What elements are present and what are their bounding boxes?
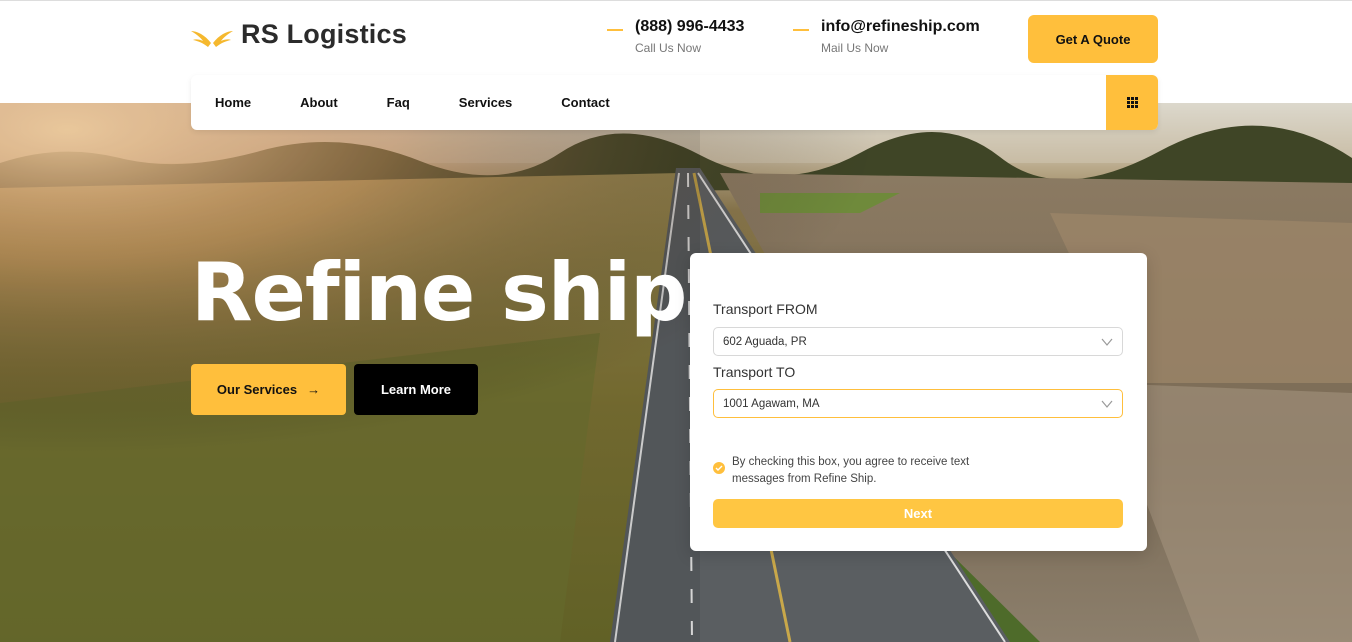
arrow-right-icon: → (307, 382, 321, 397)
consent-text: By checking this box, you agree to recei… (732, 456, 970, 485)
transport-from-label: Transport FROM (713, 301, 818, 317)
chevron-down-icon (1101, 338, 1113, 346)
transport-to-select[interactable]: 1001 Agawam, MA (713, 389, 1123, 418)
email-caption: Mail Us Now (821, 41, 889, 55)
transport-to-value: 1001 Agawam, MA (723, 397, 820, 410)
chevron-down-icon (1101, 400, 1113, 408)
consent-row: By checking this box, you agree to recei… (713, 454, 1002, 488)
grid-icon (1126, 97, 1138, 108)
nav-item-services[interactable]: Services (459, 95, 513, 110)
phone-caption: Call Us Now (635, 41, 702, 55)
accent-dash (607, 29, 623, 31)
transport-to-label: Transport TO (713, 364, 796, 380)
nav-item-faq[interactable]: Faq (387, 95, 410, 110)
main-navigation: Home About Faq Services Contact (191, 75, 1158, 130)
nav-item-about[interactable]: About (300, 95, 338, 110)
email-address[interactable]: info@refineship.com (821, 17, 980, 37)
nav-item-contact[interactable]: Contact (561, 95, 609, 110)
email-contact[interactable]: info@refineship.com Mail Us Now (793, 17, 980, 57)
brand-logo[interactable]: RS Logistics (191, 19, 407, 50)
hero-title: Refine ship (191, 246, 687, 339)
wings-logo-icon (191, 30, 233, 47)
our-services-label: Our Services (216, 382, 298, 397)
consent-checkbox[interactable] (713, 462, 725, 474)
learn-more-button[interactable]: Learn More (354, 364, 478, 415)
phone-number[interactable]: (888) 996-4433 (635, 17, 744, 37)
nav-item-home[interactable]: Home (215, 95, 251, 110)
next-button[interactable]: Next (713, 499, 1123, 528)
menu-grid-button[interactable] (1106, 75, 1158, 130)
transport-quote-form: Transport FROM 602 Aguada, PR Transport … (690, 253, 1147, 551)
our-services-button[interactable]: Our Services → (191, 364, 346, 415)
checkmark-icon (715, 465, 723, 471)
transport-from-value: 602 Aguada, PR (723, 335, 807, 348)
nav-menu: Home About Faq Services Contact (215, 75, 610, 130)
transport-from-select[interactable]: 602 Aguada, PR (713, 327, 1123, 356)
accent-dash (793, 29, 809, 31)
phone-contact[interactable]: (888) 996-4433 Call Us Now (607, 17, 744, 57)
get-quote-button[interactable]: Get A Quote (1028, 15, 1158, 63)
brand-name: RS Logistics (241, 19, 407, 49)
